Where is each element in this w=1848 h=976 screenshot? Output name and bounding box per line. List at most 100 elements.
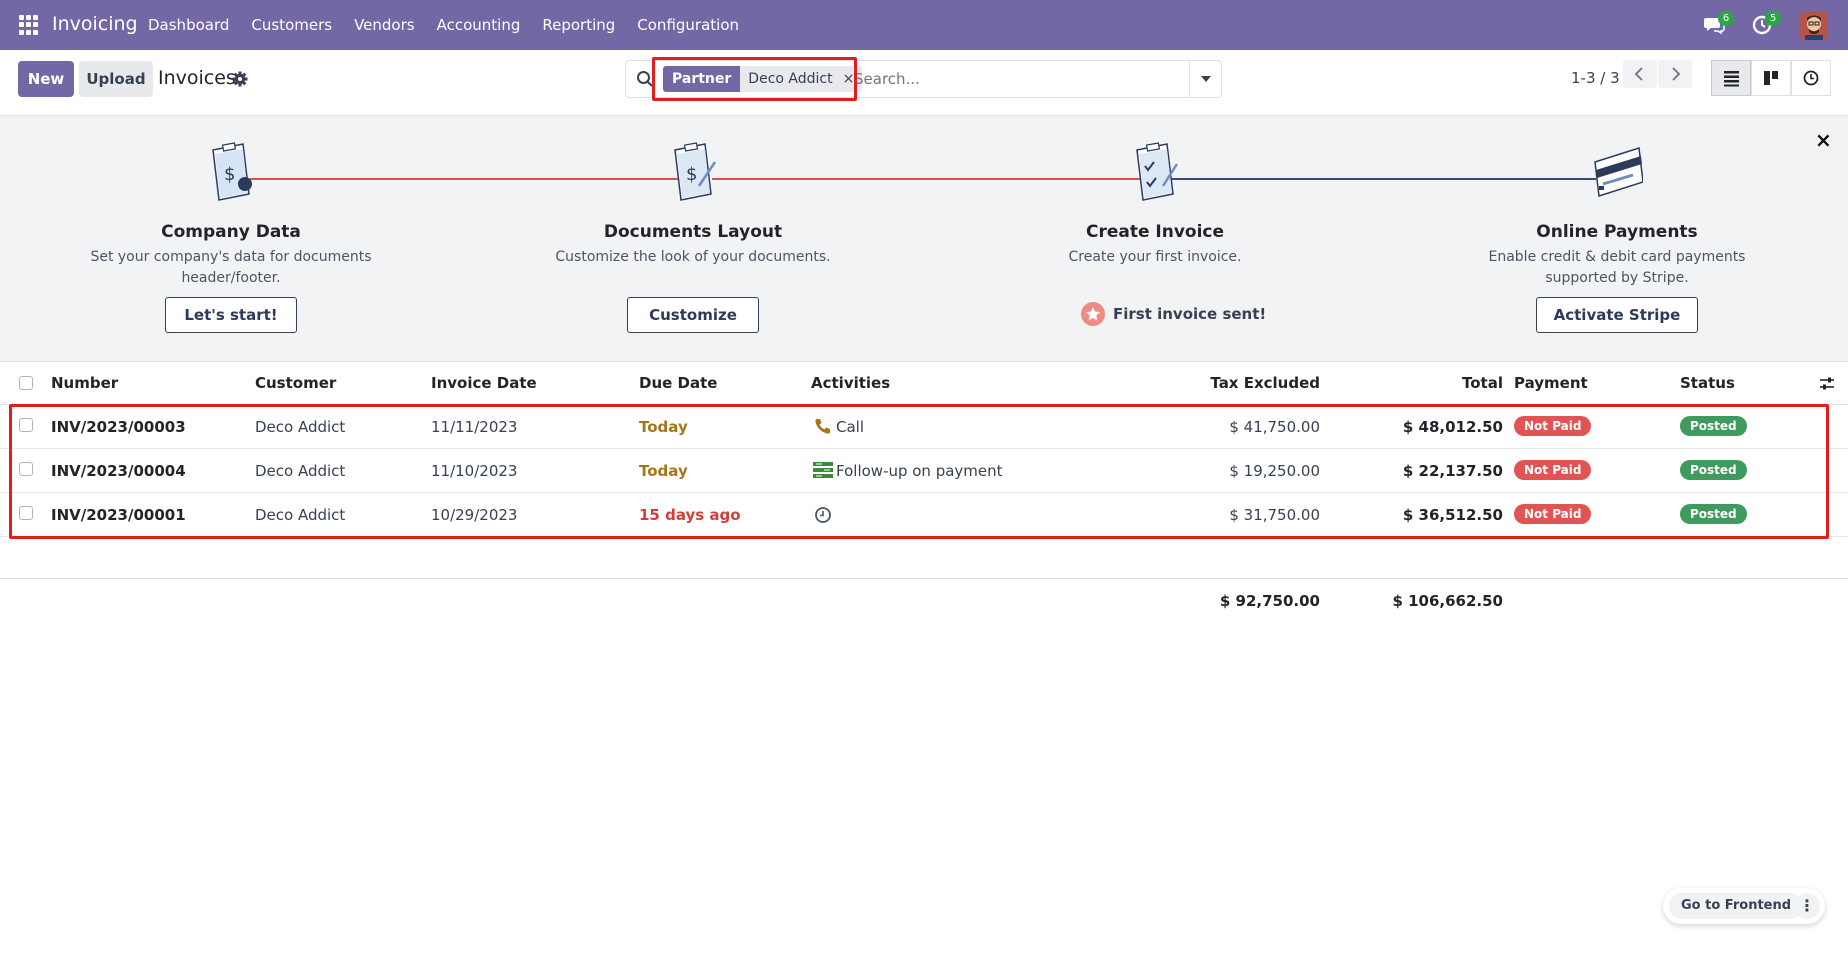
cell-total: $ 48,012.50 (1402, 418, 1503, 436)
optional-columns-icon[interactable] (1819, 376, 1835, 392)
column-customer[interactable]: Customer (255, 374, 336, 392)
cell-activity[interactable]: Call (836, 418, 864, 436)
search-icon[interactable] (636, 70, 654, 88)
pager-previous-button[interactable] (1623, 60, 1657, 88)
list-view-button[interactable] (1711, 60, 1751, 96)
chevron-right-icon (1672, 67, 1681, 81)
column-activities[interactable]: Activities (811, 374, 890, 392)
sum-tax-excluded: $ 92,750.00 (1219, 592, 1320, 610)
column-payment[interactable]: Payment (1514, 374, 1588, 392)
cell-number: INV/2023/00001 (51, 506, 186, 524)
column-invoice-date[interactable]: Invoice Date (431, 374, 537, 392)
cell-due-date: 15 days ago (639, 506, 741, 524)
status-badge: Posted (1680, 504, 1747, 524)
lets-start-button[interactable]: Let's start! (165, 297, 297, 333)
checklist-icon (1136, 142, 1179, 201)
search-facet-partner: Partner Deco Addict × (663, 66, 863, 92)
table-row[interactable]: INV/2023/00003 Deco Addict 11/11/2023 To… (0, 405, 1848, 449)
pager-value[interactable]: 1-3 / 3 (1571, 69, 1620, 87)
step-description: Create your first invoice. (1068, 249, 1242, 265)
menu-vendors[interactable]: Vendors (354, 16, 415, 34)
gear-icon[interactable] (231, 70, 249, 88)
kanban-view-button[interactable] (1751, 60, 1791, 96)
cell-invoice-date: 11/10/2023 (431, 462, 518, 480)
clock-icon (1803, 70, 1819, 86)
svg-text:$: $ (224, 164, 235, 185)
menu-reporting[interactable]: Reporting (542, 16, 615, 34)
status-badge: Posted (1680, 416, 1747, 436)
status-badge: Posted (1680, 460, 1747, 480)
user-avatar[interactable] (1800, 12, 1828, 40)
apps-menu-icon[interactable] (19, 15, 39, 35)
cell-tax-excluded: $ 41,750.00 (1229, 418, 1320, 436)
step-description: Customize the look of your documents. (555, 249, 831, 265)
payment-badge: Not Paid (1514, 416, 1592, 436)
column-status[interactable]: Status (1680, 374, 1735, 392)
credit-card-icon (1594, 147, 1643, 197)
search-input[interactable] (854, 67, 1184, 91)
row-checkbox[interactable] (19, 462, 33, 476)
new-button[interactable]: New (18, 61, 74, 97)
select-all-checkbox[interactable] (19, 376, 33, 390)
star-icon (1081, 302, 1105, 326)
search-options-toggle[interactable] (1189, 61, 1221, 97)
document-layout-icon: $ (674, 142, 717, 201)
column-total[interactable]: Total (1380, 374, 1503, 392)
pager-next-button[interactable] (1658, 60, 1692, 88)
clipboard-dollar-icon: $ (212, 142, 252, 201)
sum-total: $ 106,662.50 (1392, 592, 1503, 610)
step-title: Create Invoice (1085, 222, 1225, 242)
row-checkbox[interactable] (19, 506, 33, 520)
activate-stripe-button[interactable]: Activate Stripe (1536, 297, 1698, 333)
table-row[interactable]: INV/2023/00001 Deco Addict 10/29/2023 15… (0, 493, 1848, 537)
list-view-icon (1724, 71, 1739, 87)
main-menu: Dashboard Customers Vendors Accounting R… (148, 16, 761, 34)
step-done-indicator: First invoice sent! (1081, 302, 1266, 326)
cell-customer: Deco Addict (255, 462, 346, 480)
phone-icon[interactable] (814, 418, 831, 435)
close-icon[interactable]: × (1815, 128, 1832, 152)
column-number[interactable]: Number (51, 374, 118, 392)
menu-dashboard[interactable]: Dashboard (148, 16, 229, 34)
cell-number: INV/2023/00003 (51, 418, 186, 436)
menu-accounting[interactable]: Accounting (437, 16, 521, 34)
row-checkbox[interactable] (19, 418, 33, 432)
step-title: Online Payments (1536, 222, 1698, 242)
menu-customers[interactable]: Customers (251, 16, 332, 34)
search-bar: Partner Deco Addict × (625, 60, 1222, 98)
customize-button[interactable]: Customize (627, 297, 759, 333)
table-header: Number Customer Invoice Date Due Date Ac… (0, 362, 1848, 405)
cell-due-date: Today (639, 418, 688, 436)
step-title: Documents Layout (603, 222, 783, 242)
cell-number: INV/2023/00004 (51, 462, 186, 480)
cell-activity[interactable]: Follow-up on payment (836, 462, 1003, 480)
svg-text:$: $ (686, 164, 697, 185)
breadcrumb-title: Invoices (158, 67, 236, 89)
more-options-icon[interactable]: ⋮ (1794, 893, 1820, 919)
upload-button[interactable]: Upload (79, 61, 153, 97)
frontend-widget: Go to Frontend ⋮ (1663, 888, 1825, 924)
cell-tax-excluded: $ 31,750.00 (1229, 506, 1320, 524)
chevron-left-icon (1634, 67, 1643, 81)
cell-customer: Deco Addict (255, 506, 346, 524)
progress-line-done (712, 178, 1142, 180)
cell-total: $ 36,512.50 (1402, 506, 1503, 524)
progress-line-pending (1172, 178, 1596, 180)
activity-view-button[interactable] (1791, 60, 1831, 96)
column-due-date[interactable]: Due Date (639, 374, 717, 392)
follow-up-icon[interactable] (813, 461, 833, 479)
facet-label: Partner (663, 66, 741, 92)
go-to-frontend-button[interactable]: Go to Frontend (1669, 893, 1804, 919)
table-row[interactable]: INV/2023/00004 Deco Addict 11/10/2023 To… (0, 449, 1848, 493)
column-tax-excluded[interactable]: Tax Excluded (1180, 374, 1320, 392)
totals-row: $ 92,750.00 $ 106,662.50 (0, 578, 1848, 622)
cell-invoice-date: 10/29/2023 (431, 506, 518, 524)
cell-invoice-date: 11/11/2023 (431, 418, 518, 436)
clock-icon[interactable] (814, 506, 832, 524)
facet-value: Deco Addict (740, 66, 841, 92)
step-title: Company Data (161, 222, 301, 242)
kanban-view-icon (1764, 71, 1778, 85)
app-name[interactable]: Invoicing (52, 13, 138, 35)
menu-configuration[interactable]: Configuration (637, 16, 739, 34)
top-navbar: Invoicing Dashboard Customers Vendors Ac… (0, 0, 1848, 50)
